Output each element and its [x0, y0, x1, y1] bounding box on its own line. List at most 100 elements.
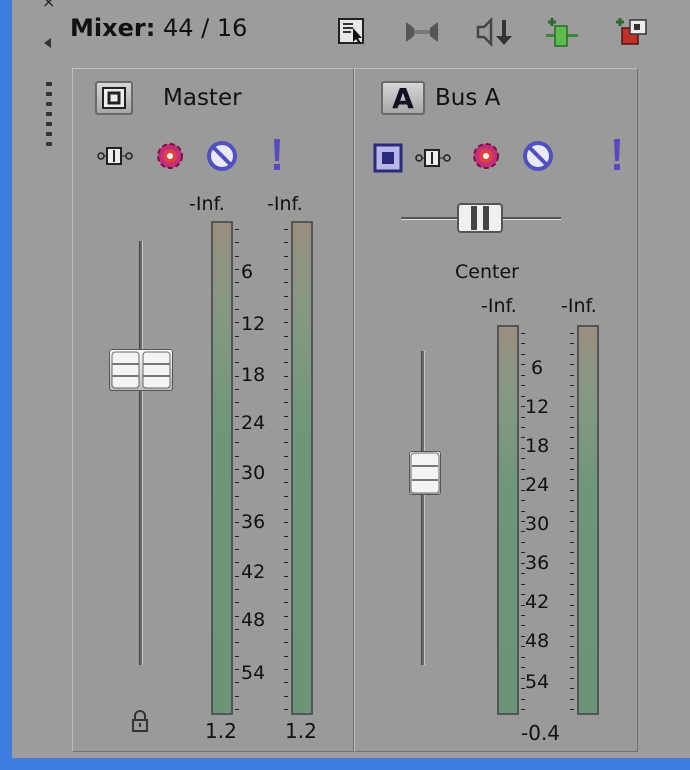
meter-tick	[521, 583, 525, 585]
solo-icon[interactable]	[609, 137, 625, 173]
mixer-header: × Mixer: 44 / 16	[12, 0, 690, 60]
meter-tick	[284, 682, 288, 684]
meter-tick	[570, 406, 574, 408]
speaker-mute-icon[interactable]	[474, 14, 518, 50]
meter-tick	[235, 362, 239, 364]
meter-tick	[570, 343, 574, 345]
bus-a-fader-handle[interactable]	[409, 451, 441, 495]
meter-tick	[521, 458, 525, 460]
meter-tick	[521, 594, 525, 596]
meter-tick	[284, 509, 288, 510]
master-fader-handle[interactable]	[109, 349, 173, 391]
pan-slider-handle[interactable]	[457, 203, 503, 233]
meter-tick	[284, 309, 288, 310]
automation-icon[interactable]	[97, 145, 137, 167]
meter-tick	[521, 510, 525, 512]
meter-tick	[235, 575, 239, 577]
meter-tick	[284, 335, 288, 337]
bus-output-icon[interactable]	[373, 143, 403, 173]
pointer-icon[interactable]	[334, 14, 370, 50]
master-channel-strip: Master -Inf. -Inf. 6 12 18 24 30 36 42 4…	[72, 68, 354, 752]
meter-tick	[570, 688, 574, 690]
insert-bus-icon[interactable]	[544, 14, 580, 50]
meter-tick	[570, 698, 574, 700]
mute-icon[interactable]	[205, 139, 239, 173]
meter-tick	[235, 642, 239, 644]
meter-tick	[284, 349, 288, 350]
meter-tick	[284, 535, 288, 537]
solo-icon[interactable]	[269, 137, 285, 173]
scale-label: 6	[241, 261, 254, 283]
meter-tick	[235, 629, 239, 630]
meter-tick	[235, 562, 239, 564]
meter-tick	[521, 437, 525, 439]
collapse-arrow-icon[interactable]	[44, 38, 51, 48]
meter-tick	[570, 395, 574, 397]
meter-tick	[284, 269, 288, 270]
meter-tick	[235, 349, 239, 350]
meter-tick	[521, 385, 525, 387]
meter-tick	[570, 333, 574, 334]
meter-tick	[284, 469, 288, 470]
meter-tick	[284, 375, 288, 377]
scale-label: 36	[241, 511, 266, 533]
meter-tick	[521, 531, 525, 533]
meter-tick	[284, 362, 288, 364]
meter-tick	[521, 479, 525, 481]
meter-tick	[284, 669, 288, 670]
meter-tick	[235, 389, 239, 390]
fx-gear-icon[interactable]	[153, 139, 187, 173]
meter-tick	[570, 489, 574, 491]
meter-tick	[235, 255, 239, 257]
drag-grip[interactable]	[46, 82, 54, 162]
meter-tick	[570, 625, 574, 627]
scale-label: 12	[525, 396, 550, 418]
scale-label: 54	[241, 662, 266, 684]
meter-tick	[235, 455, 239, 457]
downmix-icon[interactable]	[402, 14, 442, 50]
scale-label: 36	[525, 552, 550, 574]
meter-tick	[284, 482, 288, 484]
scale-label: 18	[241, 364, 266, 386]
meter-tick	[521, 333, 525, 334]
bus-a-peak-left: -Inf.	[481, 295, 517, 317]
insert-fx-icon[interactable]	[616, 14, 652, 50]
meter-tick	[235, 442, 239, 444]
meter-tick	[235, 415, 239, 417]
meter-tick	[570, 656, 574, 658]
fx-gear-icon[interactable]	[469, 139, 503, 173]
meter-tick	[570, 635, 574, 637]
master-fader-track[interactable]	[139, 241, 143, 665]
mute-icon[interactable]	[521, 139, 555, 173]
master-bus-icon	[102, 87, 126, 109]
meter-tick	[284, 282, 288, 284]
meter-tick	[521, 395, 525, 397]
meter-tick	[235, 589, 239, 590]
lock-icon[interactable]	[131, 709, 149, 733]
meter-tick	[284, 602, 288, 604]
bus-a-fader-track[interactable]	[421, 351, 425, 665]
meter-tick	[235, 495, 239, 497]
scale-label: 24	[241, 412, 266, 434]
meter-tick	[521, 353, 525, 355]
bus-a-channel-strip: A Bus A Center -Inf. -Inf. 6 12 18 24 30…	[354, 68, 638, 752]
meter-tick	[570, 677, 574, 679]
master-properties-button[interactable]	[95, 81, 133, 115]
close-icon[interactable]: ×	[42, 0, 55, 10]
bus-a-properties-button[interactable]: A	[381, 81, 425, 115]
meter-tick	[235, 602, 239, 604]
meter-tick	[570, 458, 574, 460]
master-level-right: 1.2	[285, 719, 317, 743]
bus-a-meter-left	[497, 325, 519, 715]
meter-tick	[570, 604, 574, 606]
scale-label: 54	[525, 671, 550, 693]
meter-tick	[284, 709, 288, 710]
meter-tick	[284, 495, 288, 497]
bus-a-letter: A	[392, 81, 414, 115]
meter-tick	[570, 447, 574, 449]
meter-tick	[284, 615, 288, 617]
meter-tick	[570, 709, 574, 710]
meter-tick	[235, 402, 239, 404]
automation-icon[interactable]	[415, 147, 455, 169]
meter-tick	[284, 322, 288, 324]
